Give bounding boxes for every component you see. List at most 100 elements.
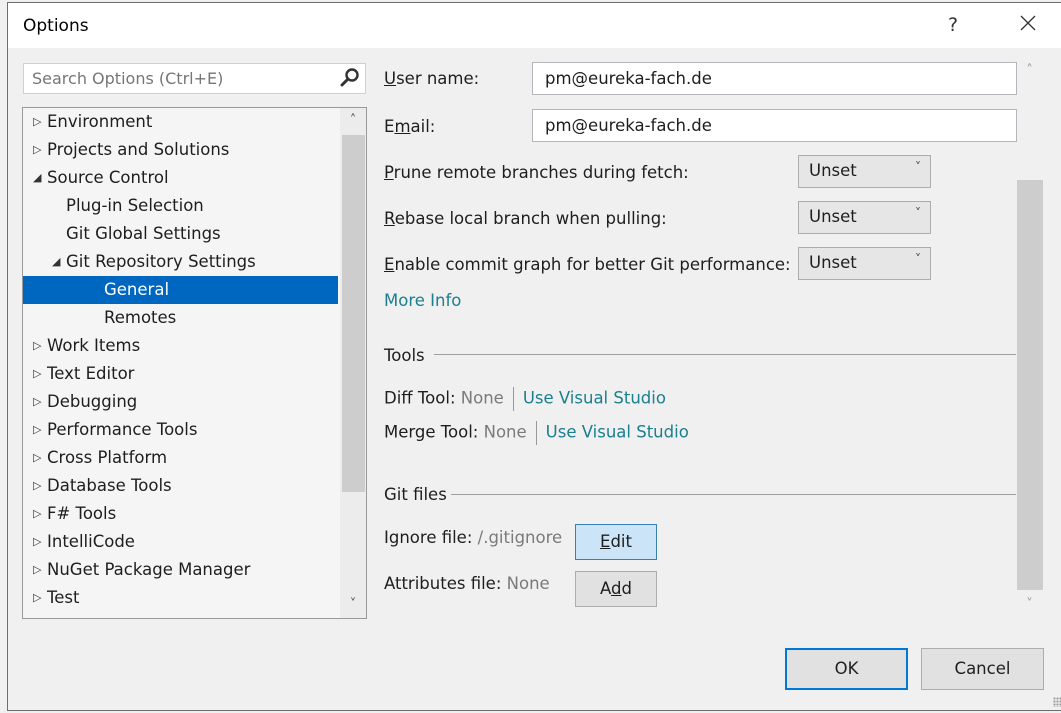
collapsed-arrow-icon[interactable]: ▷ [33,556,45,584]
expanded-arrow-icon[interactable]: ◢ [52,248,64,276]
collapsed-arrow-icon[interactable]: ▷ [33,584,45,612]
collapsed-arrow-icon[interactable]: ▷ [33,416,45,444]
ignore-file-label: Ignore file: [384,528,473,547]
tree-item[interactable]: ◢ Source Control [23,164,338,192]
tree-item[interactable]: ◢ Git Repository Settings [23,248,338,276]
collapsed-arrow-icon[interactable]: ▷ [33,500,45,528]
scroll-down-icon[interactable]: ˅ [1016,592,1043,618]
settings-scrollbar[interactable]: ˄ ˅ [1016,58,1043,618]
add-attributes-button[interactable]: Add [575,571,657,607]
diff-tool-value: None [460,388,504,408]
tools-heading: Tools [384,346,425,365]
title-bar: Options ? [8,3,1061,48]
edit-ignore-button[interactable]: Edit [575,524,657,560]
email-label: Email: [384,117,436,136]
collapsed-arrow-icon[interactable]: ▷ [33,388,45,416]
tree-item-label: F# Tools [47,504,117,523]
cancel-button[interactable]: Cancel [921,648,1044,690]
diff-tool-label: Diff Tool: [384,388,456,408]
scroll-up-icon[interactable]: ˄ [1016,58,1043,84]
tree-item-label: Projects and Solutions [47,140,230,159]
tree-item-label: Text Editor [47,364,135,383]
tree-item-label: Plug-in Selection [66,196,204,215]
tree-scrollbar[interactable]: ˄ ˅ [340,108,366,618]
commit-graph-label: Enable commit graph for better Git perfo… [384,255,791,274]
separator [535,421,537,445]
tree-item-label: Debugging [47,392,138,411]
options-dialog: Options ? ˄ ˅ ▷Environment▷Projects and … [7,2,1061,711]
tree-item-label: NuGet Package Manager [47,560,251,579]
close-button[interactable] [1016,11,1040,35]
collapsed-arrow-icon[interactable]: ▷ [33,332,45,360]
ok-button[interactable]: OK [785,648,908,690]
commit-graph-dropdown[interactable]: Unset ˅ [798,247,931,280]
user-name-input[interactable] [543,68,987,89]
merge-use-visual-studio-link[interactable]: Use Visual Studio [546,423,689,442]
scroll-thumb[interactable] [1017,180,1043,590]
tree-item[interactable]: Git Global Settings [23,220,338,248]
tree-item[interactable]: ▷ NuGet Package Manager [23,556,338,584]
search-icon[interactable] [339,67,361,89]
collapsed-arrow-icon[interactable]: ▷ [33,528,45,556]
scroll-down-icon[interactable]: ˅ [340,592,366,618]
search-box[interactable] [23,63,366,94]
tree-item[interactable]: ▷ Test [23,584,338,612]
expanded-arrow-icon[interactable]: ◢ [33,164,45,192]
git-files-divider [451,494,1016,495]
tree-item[interactable]: ▷ Debugging [23,388,338,416]
user-name-field[interactable] [532,62,1017,95]
chevron-down-icon: ˅ [915,160,921,174]
ignore-file-value: /.gitignore [477,528,563,547]
attributes-file-value: None [506,574,550,593]
tree-item[interactable]: ▷ Text Editor [23,360,338,388]
tree-item[interactable]: General [23,276,338,304]
tree-item-label: Performance Tools [47,420,198,439]
search-input[interactable] [30,68,334,89]
tools-divider [434,354,1016,355]
email-field[interactable] [532,109,1017,142]
scroll-up-icon[interactable]: ˄ [340,108,366,134]
tree-item[interactable]: Plug-in Selection [23,192,338,220]
dialog-title: Options [23,16,89,36]
collapsed-arrow-icon[interactable]: ▷ [33,444,45,472]
scroll-thumb[interactable] [342,135,365,492]
tree-item-label: Environment [47,112,153,131]
chevron-down-icon: ˅ [915,252,921,266]
more-info-link[interactable]: More Info [384,291,461,310]
rebase-value: Unset [809,207,857,226]
tree-item[interactable]: ▷ Projects and Solutions [23,136,338,164]
collapsed-arrow-icon[interactable]: ▷ [33,360,45,388]
help-button[interactable]: ? [948,14,958,36]
tree-item-label: Test [47,588,80,607]
merge-tool-label: Merge Tool: [384,422,479,442]
tree-item[interactable]: ▷ Performance Tools [23,416,338,444]
tree-item-label: General [104,280,170,299]
resize-grip-icon[interactable] [1053,697,1061,707]
tree-item-label: Remotes [104,308,177,327]
tree-item[interactable]: ▷ Cross Platform [23,444,338,472]
attributes-file-label: Attributes file: [384,574,502,593]
rebase-dropdown[interactable]: Unset ˅ [798,201,931,234]
user-name-label: User name: [384,69,480,88]
tree-item[interactable]: ▷ Database Tools [23,472,338,500]
commit-graph-value: Unset [809,253,857,272]
merge-tool-row: Merge Tool: None Use Visual Studio [384,421,689,445]
collapsed-arrow-icon[interactable]: ▷ [33,472,45,500]
tree-item[interactable]: ▷ Work Items [23,332,338,360]
separator [512,387,514,411]
collapsed-arrow-icon[interactable]: ▷ [33,136,45,164]
prune-dropdown[interactable]: Unset ˅ [798,155,931,188]
email-input[interactable] [543,115,987,136]
tree-item-label: Source Control [47,168,169,187]
tree-item[interactable]: ▷ IntelliCode [23,528,338,556]
tree-item[interactable]: Remotes [23,304,338,332]
attributes-file-row: Attributes file: None [384,574,550,593]
tree-item[interactable]: ▷ Environment [23,108,338,136]
prune-label: Prune remote branches during fetch: [384,163,689,182]
tree-item[interactable]: ▷ F# Tools [23,500,338,528]
tree-item-label: Database Tools [47,476,172,495]
options-tree: ˄ ˅ ▷ Environment ▷ Projects and Solutions ◢… [22,107,367,619]
collapsed-arrow-icon[interactable]: ▷ [33,108,45,136]
close-icon [1020,15,1036,31]
diff-use-visual-studio-link[interactable]: Use Visual Studio [523,389,666,408]
